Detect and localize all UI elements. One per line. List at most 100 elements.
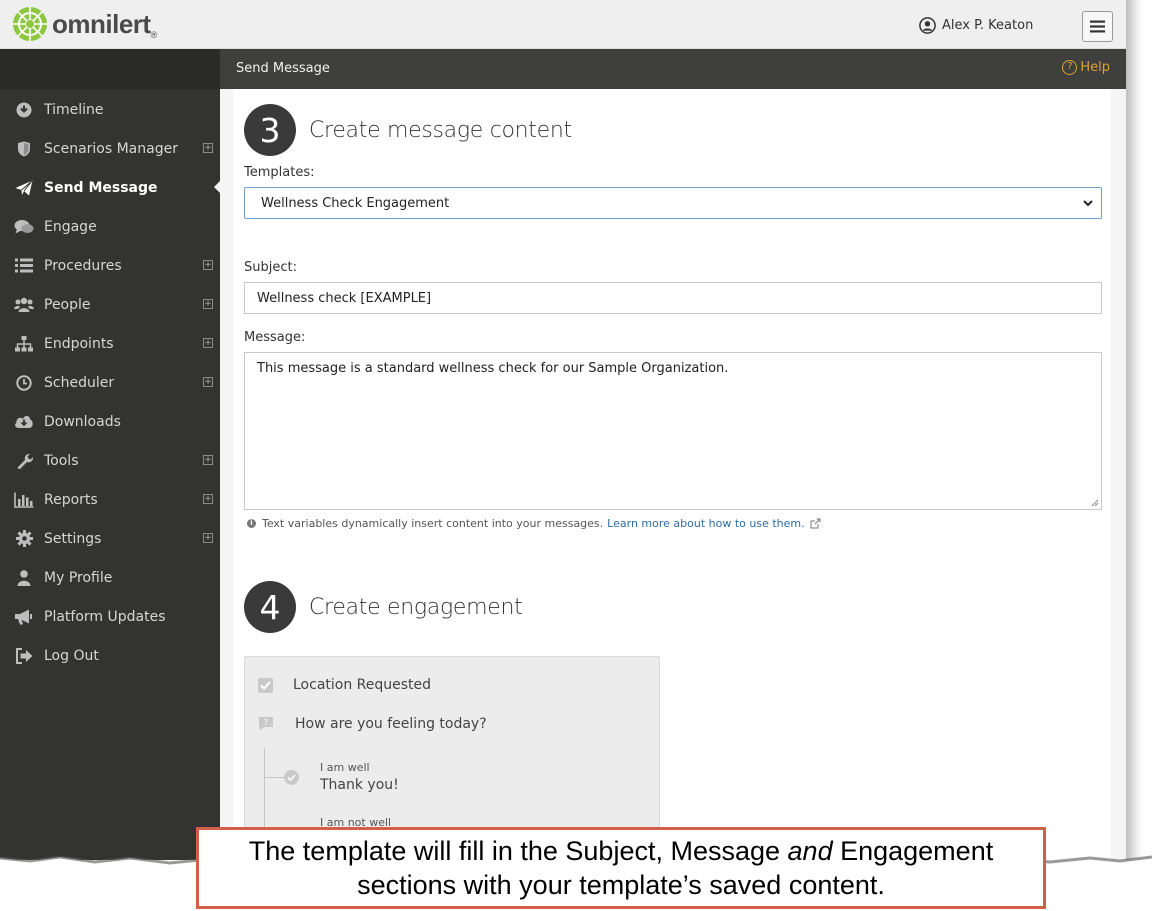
subject-value: Wellness check [EXAMPLE]: [257, 291, 432, 306]
callout-text: Engagement: [832, 836, 994, 866]
sidebar-item-label: Timeline: [44, 101, 104, 118]
checkbox-checked-icon: [258, 677, 273, 693]
sidebar-item-engage[interactable]: Engage: [0, 207, 220, 246]
subject-input[interactable]: Wellness check [EXAMPLE]: [244, 282, 1102, 314]
app-window: omnilert® Alex P. Keaton Timeline Scenar…: [0, 0, 1126, 860]
expand-plus-icon[interactable]: +: [203, 338, 213, 348]
sidebar-item-label: Platform Updates: [44, 608, 166, 625]
resize-handle-icon[interactable]: [1091, 499, 1099, 507]
expand-plus-icon[interactable]: +: [203, 455, 213, 465]
user-menu[interactable]: Alex P. Keaton: [919, 17, 1033, 34]
help-link[interactable]: ? Help: [1062, 60, 1110, 75]
learn-more-link[interactable]: Learn more about how to use them.: [607, 517, 804, 530]
sidebar-item-label: Settings: [44, 530, 102, 547]
answer-tree-branch: [264, 777, 284, 778]
expand-plus-icon[interactable]: +: [203, 533, 213, 543]
sidebar-item-tools[interactable]: Tools +: [0, 441, 220, 480]
page-title: Send Message: [236, 61, 330, 76]
sidebar-item-label: Downloads: [44, 413, 121, 430]
bar-chart-icon: [14, 491, 34, 509]
subject-label: Subject:: [244, 260, 297, 275]
sidebar-item-timeline[interactable]: Timeline: [0, 90, 220, 129]
megaphone-icon: [14, 608, 34, 626]
expand-plus-icon[interactable]: +: [203, 494, 213, 504]
templates-label: Templates:: [244, 165, 315, 180]
step-title: Create engagement: [309, 594, 523, 620]
sitemap-icon: [14, 335, 34, 353]
sidebar-item-reports[interactable]: Reports +: [0, 480, 220, 519]
location-requested-row: Location Requested: [258, 677, 431, 693]
gear-icon: [14, 530, 34, 548]
sidebar-item-label: People: [44, 296, 91, 313]
external-link-icon[interactable]: [810, 518, 821, 529]
info-icon: i: [247, 519, 256, 528]
expand-plus-icon[interactable]: +: [203, 377, 213, 387]
user-icon: [14, 569, 34, 587]
answer-check-icon: [284, 770, 299, 785]
top-bar: omnilert® Alex P. Keaton: [0, 0, 1126, 49]
hamburger-menu-button[interactable]: [1082, 11, 1113, 42]
sidebar-item-my-profile[interactable]: My Profile: [0, 558, 220, 597]
sidebar-item-label: Reports: [44, 491, 98, 508]
location-requested-label: Location Requested: [293, 677, 432, 693]
message-textarea[interactable]: This message is a standard wellness chec…: [244, 352, 1102, 510]
step-title: Create message content: [309, 117, 572, 143]
brand-text: omnilert: [52, 8, 151, 39]
step-3-heading: 3 Create message content: [244, 104, 572, 156]
omnilert-logo[interactable]: omnilert®: [12, 6, 157, 42]
message-label: Message:: [244, 330, 306, 345]
brand-name: omnilert®: [52, 9, 157, 40]
sidebar-item-label: Scheduler: [44, 374, 115, 391]
expand-plus-icon[interactable]: +: [203, 260, 213, 270]
step-number-badge: 4: [244, 581, 296, 633]
hint-text: Text variables dynamically insert conten…: [262, 517, 604, 530]
sidebar-item-label: Send Message: [44, 179, 158, 196]
step-number-badge: 3: [244, 104, 296, 156]
question-bubble-icon: ?: [259, 717, 273, 731]
hamburger-icon: [1090, 20, 1105, 33]
omnilert-logo-icon: [13, 7, 47, 41]
answer-option: I am well: [320, 761, 370, 774]
cloud-download-icon: [14, 413, 34, 431]
sidebar-item-log-out[interactable]: Log Out: [0, 636, 220, 675]
step-4-heading: 4 Create engagement: [244, 581, 523, 633]
templates-select[interactable]: Wellness Check Engagement: [244, 187, 1102, 219]
callout-text: The template will fill in the Subject, M…: [248, 836, 788, 866]
user-name: Alex P. Keaton: [942, 18, 1034, 33]
clock-icon: [14, 374, 34, 392]
answer-reply: Thank you!: [320, 777, 399, 793]
sidebar-item-label: Scenarios Manager: [44, 140, 178, 157]
sidebar-item-endpoints[interactable]: Endpoints +: [0, 324, 220, 363]
sidebar-item-label: Endpoints: [44, 335, 114, 352]
sidebar-item-platform-updates[interactable]: Platform Updates: [0, 597, 220, 636]
text-variables-hint: i Text variables dynamically insert cont…: [247, 517, 821, 530]
help-label: Help: [1080, 60, 1110, 75]
sidebar-item-procedures[interactable]: Procedures +: [0, 246, 220, 285]
paper-plane-icon: [14, 179, 34, 197]
engagement-question-row: ? How are you feeling today?: [258, 716, 487, 732]
sidebar-item-people[interactable]: People +: [0, 285, 220, 324]
sidebar-item-downloads[interactable]: Downloads: [0, 402, 220, 441]
chevron-down-icon: [1083, 200, 1093, 207]
sidebar-item-settings[interactable]: Settings +: [0, 519, 220, 558]
people-icon: [14, 296, 34, 314]
sidebar-header: [0, 49, 220, 89]
expand-plus-icon[interactable]: +: [203, 143, 213, 153]
user-circle-icon: [919, 17, 936, 34]
sidebar-item-label: Log Out: [44, 647, 99, 664]
wrench-icon: [14, 452, 34, 470]
callout-line-1: The template will fill in the Subject, M…: [249, 834, 993, 868]
annotation-callout: The template will fill in the Subject, M…: [196, 827, 1046, 909]
sidebar-item-scheduler[interactable]: Scheduler +: [0, 363, 220, 402]
sidebar-item-send-message[interactable]: Send Message: [0, 168, 220, 207]
sidebar-item-scenarios-manager[interactable]: Scenarios Manager +: [0, 129, 220, 168]
svg-text:?: ?: [264, 718, 268, 727]
logout-icon: [14, 647, 34, 665]
expand-plus-icon[interactable]: +: [203, 299, 213, 309]
sidebar: Timeline Scenarios Manager + Send Messag…: [0, 49, 220, 860]
sidebar-item-label: Engage: [44, 218, 97, 235]
page-header: Send Message ? Help: [220, 49, 1126, 89]
timeline-icon: [14, 101, 34, 119]
help-question-icon: ?: [1062, 60, 1078, 75]
list-icon: [14, 257, 34, 275]
